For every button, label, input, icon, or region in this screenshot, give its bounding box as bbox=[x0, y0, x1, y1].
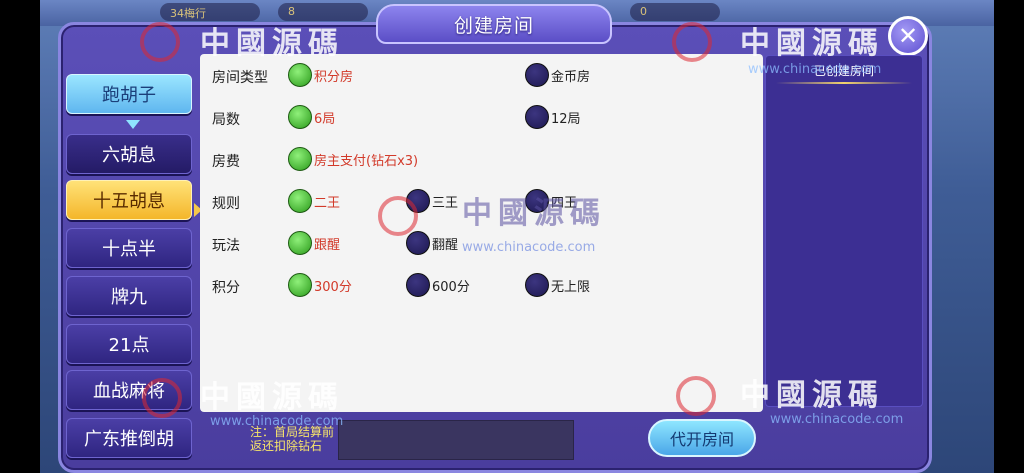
watermark-text: 中國源碼 bbox=[740, 378, 884, 413]
close-button[interactable]: ✕ bbox=[888, 16, 928, 56]
room-type-option-gold[interactable]: 金币房 bbox=[525, 63, 590, 87]
fee-option-owner-pays[interactable]: 房主支付(钻石x3) bbox=[288, 147, 418, 171]
footer-info-box bbox=[338, 420, 574, 460]
radio-unselected-icon bbox=[525, 273, 549, 297]
play-option-fanxing[interactable]: 翻醒 bbox=[406, 231, 458, 255]
score-option-300[interactable]: 300分 bbox=[288, 273, 352, 297]
rounds-option-12[interactable]: 12局 bbox=[525, 105, 581, 129]
room-settings-panel: 房间类型 积分房 金币房 局数 6局 12局 房费 房主支付(钻石x3) 规则 … bbox=[200, 54, 763, 412]
close-icon: ✕ bbox=[897, 22, 919, 50]
radio-selected-icon bbox=[288, 63, 312, 87]
rounds-label: 局数 bbox=[212, 112, 240, 128]
screen-edge-right bbox=[994, 0, 1024, 473]
radio-selected-icon bbox=[288, 231, 312, 255]
rules-option-erwang[interactable]: 二王 bbox=[288, 189, 340, 213]
room-type-option-points[interactable]: 积分房 bbox=[288, 63, 353, 87]
radio-selected-icon bbox=[288, 189, 312, 213]
chevron-down-icon bbox=[126, 120, 140, 129]
watermark-text: 中國源碼 bbox=[740, 26, 884, 61]
radio-selected-icon bbox=[288, 147, 312, 171]
watermark-text: 中國源碼 bbox=[200, 380, 344, 415]
menu-item-liuhuxi[interactable]: 六胡息 bbox=[66, 134, 192, 174]
menu-item-21dian[interactable]: 21点 bbox=[66, 324, 192, 364]
watermark-logo-icon bbox=[142, 378, 182, 418]
radio-unselected-icon bbox=[525, 105, 549, 129]
dialog-title: 创建房间 bbox=[453, 14, 534, 37]
play-label: 玩法 bbox=[212, 238, 240, 254]
radio-selected-icon bbox=[288, 105, 312, 129]
radio-selected-icon bbox=[288, 273, 312, 297]
watermark-url: www.chinacode.com bbox=[748, 62, 882, 77]
radio-unselected-icon bbox=[406, 273, 430, 297]
watermark-logo-icon bbox=[378, 196, 418, 236]
created-rooms-panel: 已创建房间 bbox=[765, 55, 923, 407]
radio-unselected-icon bbox=[525, 63, 549, 87]
proxy-open-room-button[interactable]: 代开房间 bbox=[648, 419, 756, 457]
watermark-url: www.chinacode.com bbox=[210, 414, 344, 429]
score-label: 积分 bbox=[212, 280, 240, 296]
watermark-logo-icon bbox=[676, 376, 716, 416]
watermark-logo-icon bbox=[672, 22, 712, 62]
fee-label: 房费 bbox=[212, 154, 240, 170]
score-option-unlimited[interactable]: 无上限 bbox=[525, 273, 590, 297]
menu-item-paohuzi[interactable]: 跑胡子 bbox=[66, 74, 192, 114]
menu-item-paijiu[interactable]: 牌九 bbox=[66, 276, 192, 316]
watermark-text: 中國源碼 bbox=[462, 196, 606, 231]
rounds-option-6[interactable]: 6局 bbox=[288, 105, 335, 129]
watermark-url: www.chinacode.com bbox=[770, 412, 904, 427]
dialog-title-tab: 创建房间 bbox=[376, 4, 612, 44]
menu-item-shiwuhuxi[interactable]: 十五胡息 bbox=[66, 180, 192, 220]
watermark-text: 中國源碼 bbox=[200, 26, 344, 61]
screen-edge-left bbox=[0, 0, 40, 473]
menu-item-shidianban[interactable]: 十点半 bbox=[66, 228, 192, 268]
radio-unselected-icon bbox=[406, 231, 430, 255]
rules-label: 规则 bbox=[212, 196, 240, 212]
watermark-url: www.chinacode.com bbox=[462, 240, 596, 255]
diamond-count: 0 bbox=[630, 3, 720, 21]
footer-note: 注：首局结算前 返还扣除钻石 bbox=[250, 425, 335, 453]
room-type-label: 房间类型 bbox=[212, 70, 268, 86]
menu-item-guangdong-tuidaohu[interactable]: 广东推倒胡 bbox=[66, 418, 192, 458]
header-divider bbox=[776, 82, 912, 84]
score-option-600[interactable]: 600分 bbox=[406, 273, 470, 297]
play-option-genxing[interactable]: 跟醒 bbox=[288, 231, 340, 255]
watermark-logo-icon bbox=[140, 22, 180, 62]
